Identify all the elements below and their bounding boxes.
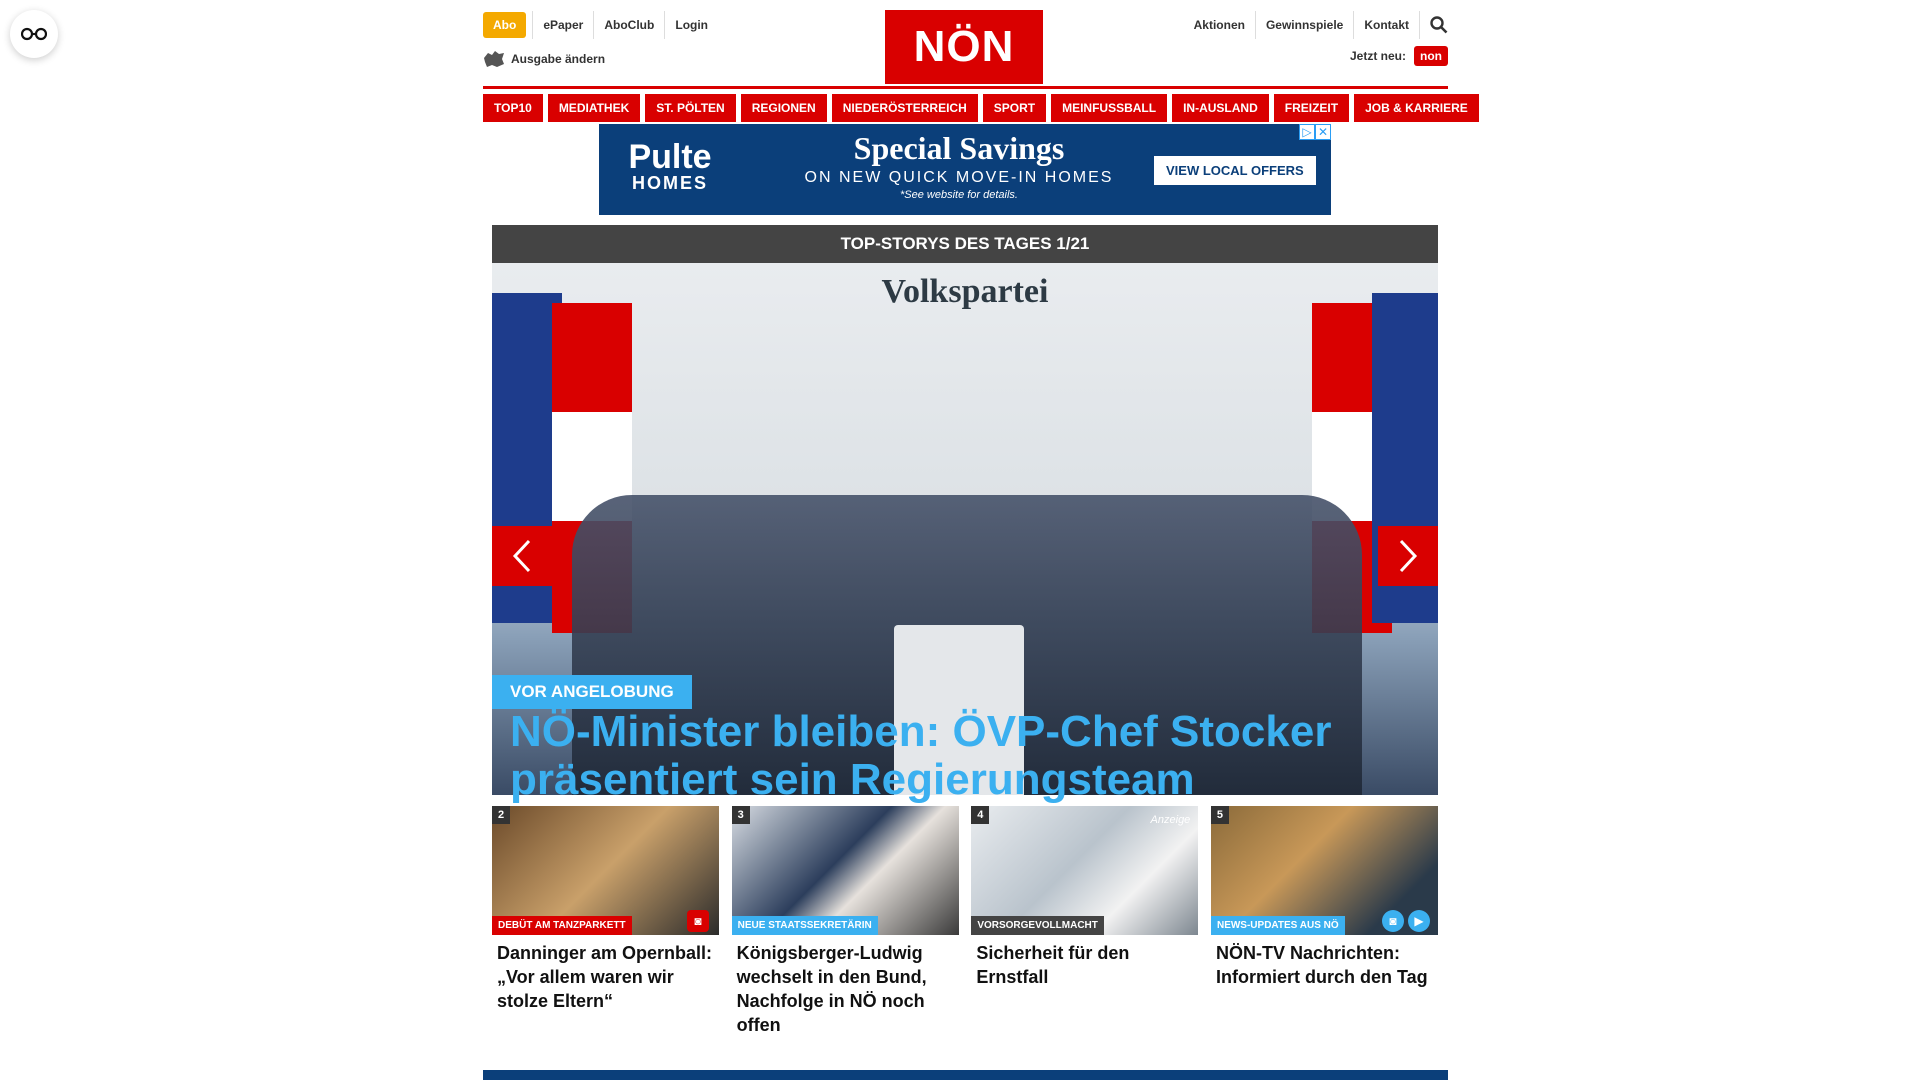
pulte-logo: Pulte HOMES: [625, 140, 715, 192]
ad-cta-button[interactable]: VIEW LOCAL OFFERS: [1154, 156, 1316, 185]
teaser-title[interactable]: Danninger am Opernball: „Vor allem waren…: [492, 935, 719, 1013]
abo-button[interactable]: Abo: [483, 12, 527, 38]
teaser-image[interactable]: 3 NEUE STAATSSEKRETÄRIN: [731, 806, 959, 935]
cat-niederoesterreich[interactable]: NIEDERÖSTERREICH: [831, 94, 978, 122]
gewinnspiele-link[interactable]: Gewinnspiele: [1256, 11, 1355, 39]
teaser-number: 3: [731, 806, 750, 824]
chevron-right-icon: [1399, 539, 1418, 573]
ad-headline: Special Savings: [853, 130, 1065, 166]
non-logo[interactable]: NÖN: [885, 10, 1043, 84]
teaser-title[interactable]: NÖN-TV Nachrichten: Informiert durch den…: [1211, 935, 1438, 989]
top-nav: Abo ePaper AboClub Login: [483, 11, 718, 39]
aktionen-link[interactable]: Aktionen: [1184, 11, 1256, 39]
ausgabe-aendern-link[interactable]: Ausgabe ändern: [483, 50, 605, 68]
ad-choices: ▷ ✕: [1299, 124, 1331, 140]
camera-icon: ◙: [1381, 910, 1404, 932]
bottom-bar: [483, 1070, 1448, 1080]
ad-text: Special Savings ON NEW QUICK MOVE-IN HOM…: [749, 130, 1169, 201]
search-icon: [1430, 16, 1448, 34]
teaser-tag: NEUE STAATSSEKRETÄRIN: [731, 916, 878, 935]
glasses-icon: [21, 27, 47, 41]
teaser-title[interactable]: Sicherheit für den Ernstfall: [971, 935, 1198, 989]
teaser-number: 2: [492, 806, 510, 824]
map-icon: [484, 51, 504, 67]
teaser-card[interactable]: 5 NEWS-UPDATES AUS NÖ ◙ ▶ NÖN-TV Nachric…: [1210, 806, 1438, 1037]
teaser-card[interactable]: 4 Anzeige VORSORGEVOLLMACHT Sicherheit f…: [971, 806, 1199, 1037]
cat-freizeit[interactable]: FREIZEIT: [1273, 94, 1350, 122]
right-nav: Aktionen Gewinnspiele Kontakt: [1184, 11, 1448, 39]
backdrop-title: Volkspartei: [881, 273, 1049, 310]
teaser-image[interactable]: 5 NEWS-UPDATES AUS NÖ ◙ ▶: [1210, 806, 1438, 935]
category-nav: TOP10 MEDIATHEK ST. PÖLTEN REGIONEN NIED…: [483, 94, 1479, 122]
ad-close-icon[interactable]: ✕: [1315, 124, 1331, 140]
pulte-brand-bottom: HOMES: [631, 173, 708, 193]
slider-headline[interactable]: NÖ-Minister bleiben: ÖVP-Chef Stocker pr…: [510, 708, 1410, 804]
teaser-card[interactable]: 2 DEBÜT AM TANZPARKETT ◙ Danninger am Op…: [492, 806, 719, 1037]
slider-prev-button[interactable]: [492, 526, 552, 586]
cat-mediathek[interactable]: MEDIATHEK: [547, 94, 641, 122]
reader-mode-button[interactable]: [10, 10, 58, 58]
header-divider: [483, 86, 1448, 89]
epaper-link[interactable]: ePaper: [532, 11, 593, 39]
camera-icon: ◙: [687, 910, 709, 932]
slider-next-button[interactable]: [1378, 526, 1438, 586]
cat-sport[interactable]: SPORT: [982, 94, 1047, 122]
aboclub-link[interactable]: AboClub: [593, 11, 664, 39]
teaser-image[interactable]: 4 Anzeige VORSORGEVOLLMACHT: [971, 806, 1199, 935]
cat-in-ausland[interactable]: IN-AUSLAND: [1172, 94, 1269, 122]
teaser-number: 4: [971, 806, 990, 824]
jetzt-neu-badge[interactable]: non: [1414, 46, 1448, 66]
cat-job-karriere[interactable]: JOB & KARRIERE: [1354, 94, 1479, 122]
teaser-tag: VORSORGEVOLLMACHT: [971, 916, 1104, 935]
kontakt-link[interactable]: Kontakt: [1354, 11, 1420, 39]
cat-meinfussball[interactable]: MEINFUSSBALL: [1051, 94, 1168, 122]
teaser-tag: DEBÜT AM TANZPARKETT: [492, 916, 632, 935]
teaser-card[interactable]: 3 NEUE STAATSSEKRETÄRIN Königsberger-Lud…: [731, 806, 959, 1037]
jetzt-neu-label: Jetzt neu:: [1349, 49, 1406, 63]
anzeige-label: Anzeige: [1150, 814, 1191, 826]
login-link[interactable]: Login: [664, 11, 718, 39]
ausgabe-label: Ausgabe ändern: [511, 52, 606, 66]
slider-title: TOP-STORYS DES TAGES 1/21: [492, 225, 1438, 263]
chevron-left-icon: [512, 539, 531, 573]
jetzt-neu: Jetzt neu: non: [1350, 46, 1448, 66]
teaser-number: 5: [1210, 806, 1229, 824]
teaser-row: 2 DEBÜT AM TANZPARKETT ◙ Danninger am Op…: [492, 806, 1438, 1037]
page-container: Abo ePaper AboClub Login Ausgabe ändern …: [483, 0, 1479, 1080]
ad-banner[interactable]: Pulte HOMES Special Savings ON NEW QUICK…: [599, 124, 1331, 215]
ad-note: *See website for details.: [899, 189, 1018, 201]
ad-subline: ON NEW QUICK MOVE-IN HOMES: [804, 169, 1114, 186]
cat-st-poelten[interactable]: ST. PÖLTEN: [645, 94, 736, 122]
cat-regionen[interactable]: REGIONEN: [740, 94, 827, 122]
pulte-brand-top: Pulte: [628, 138, 712, 176]
slider-kicker[interactable]: VOR ANGELOBUNG: [492, 675, 692, 709]
adchoices-icon[interactable]: ▷: [1299, 124, 1315, 140]
teaser-image[interactable]: 2 DEBÜT AM TANZPARKETT ◙: [492, 806, 719, 935]
search-button[interactable]: [1420, 16, 1448, 34]
play-icon: ▶: [1407, 910, 1430, 932]
teaser-title[interactable]: Königsberger-Ludwig wechselt in den Bund…: [732, 935, 959, 1037]
teaser-tag: NEWS-UPDATES AUS NÖ: [1210, 916, 1345, 935]
site-header: Abo ePaper AboClub Login Ausgabe ändern …: [483, 0, 1448, 86]
cat-top10[interactable]: TOP10: [483, 94, 543, 122]
